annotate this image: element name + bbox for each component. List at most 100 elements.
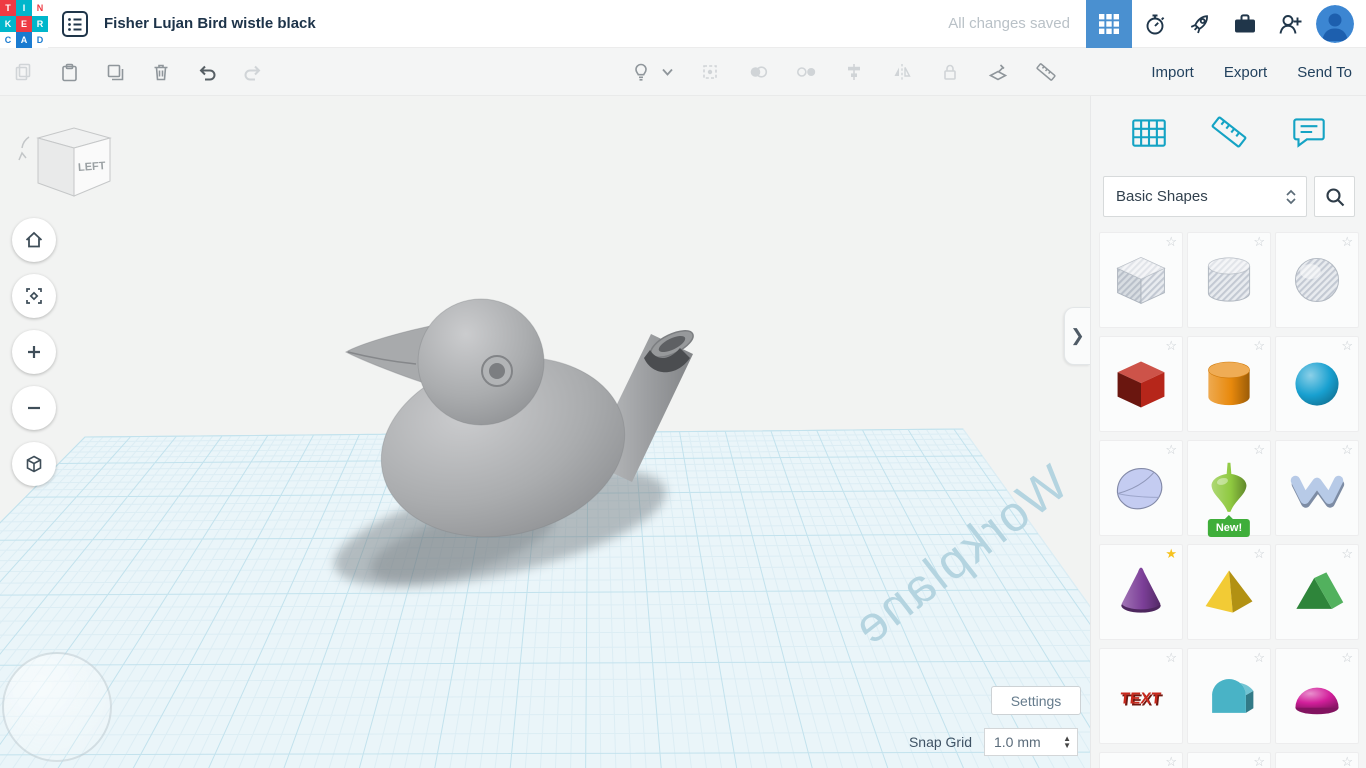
favorite-star-icon[interactable]: ☆	[1165, 651, 1177, 665]
viewcube-side-face[interactable]	[37, 137, 75, 197]
ruler-tool-button[interactable]	[1035, 61, 1057, 83]
shape-tile-top[interactable]: ☆ New!	[1187, 440, 1271, 537]
dashboard-grid-button[interactable]	[1086, 0, 1132, 48]
lock-button[interactable]	[939, 61, 961, 83]
shape-tile-sphere[interactable]: ☆	[1275, 336, 1359, 432]
minus-icon	[28, 406, 40, 410]
shape-tile-sphere-hole[interactable]: ☆	[1275, 232, 1359, 328]
home-icon	[25, 231, 43, 248]
show-all-dropdown[interactable]	[662, 68, 673, 76]
copy-icon	[15, 63, 31, 81]
shape-tile-box[interactable]: ☆	[1099, 336, 1183, 432]
view-cube[interactable]: LEFT	[14, 108, 118, 212]
paste-button[interactable]	[58, 61, 80, 83]
zoom-out-button[interactable]	[12, 386, 56, 430]
logo-letter: C	[0, 31, 16, 48]
shape-tile-cylinder[interactable]: ☆	[1187, 336, 1271, 432]
favorite-star-icon[interactable]: ☆	[1341, 547, 1353, 561]
duplicate-button[interactable]	[104, 61, 126, 83]
workplane-helper-button[interactable]	[1128, 111, 1170, 153]
avatar[interactable]	[1316, 4, 1354, 43]
align-button[interactable]	[843, 61, 865, 83]
menu-button[interactable]	[58, 7, 92, 41]
settings-button[interactable]: Settings	[991, 686, 1081, 715]
lock-icon	[944, 64, 956, 80]
favorite-star-icon[interactable]: ☆	[1253, 235, 1265, 249]
panel-collapse-tab[interactable]: ❯	[1064, 307, 1090, 365]
favorite-star-icon[interactable]: ☆	[1341, 651, 1353, 665]
edit-toolbar: Import Export Send To	[0, 48, 1366, 96]
shape-tile-cylinder-hole[interactable]: ☆	[1187, 232, 1271, 328]
favorite-star-icon[interactable]: ☆	[1253, 547, 1265, 561]
fit-view-icon	[26, 288, 42, 304]
favorite-star-icon[interactable]: ☆	[1341, 235, 1353, 249]
delete-button[interactable]	[150, 61, 172, 83]
orbit-control-ring[interactable]	[2, 652, 112, 762]
favorite-star-icon[interactable]: ☆	[1253, 339, 1265, 353]
group-button[interactable]	[747, 61, 769, 83]
favorite-star-icon[interactable]: ☆	[1341, 443, 1353, 457]
invite-button[interactable]	[1267, 0, 1312, 48]
favorite-star-icon[interactable]: ☆	[1253, 651, 1265, 665]
category-dropdown[interactable]: Basic Shapes	[1103, 176, 1307, 217]
show-all-button[interactable]	[630, 61, 652, 83]
logo-letter: D	[32, 31, 48, 48]
helper-tools	[1091, 104, 1366, 160]
import-button[interactable]: Import	[1151, 64, 1194, 81]
send-to-button[interactable]: Send To	[1297, 64, 1352, 81]
favorite-star-icon[interactable]: ☆	[1341, 339, 1353, 353]
shape-tile-text[interactable]: TEXT TEXT ☆	[1099, 648, 1183, 744]
favorite-star-icon[interactable]: ☆	[1165, 443, 1177, 457]
top-icon	[1211, 462, 1247, 512]
snap-grid-select[interactable]: 1.0 mm ▲ ▼	[984, 728, 1078, 756]
fit-view-button[interactable]	[12, 274, 56, 318]
notes-helper-button[interactable]	[1288, 111, 1330, 153]
roof-icon	[1296, 572, 1344, 609]
ruler-helper-button[interactable]	[1208, 111, 1250, 153]
favorite-star-icon[interactable]: ☆	[1165, 339, 1177, 353]
redo-button[interactable]	[242, 61, 264, 83]
shape-tile-box-hole[interactable]: ☆	[1099, 232, 1183, 328]
favorite-star-icon[interactable]: ★	[1165, 547, 1177, 561]
logo-letter: T	[0, 0, 16, 16]
3d-viewport[interactable]: Workplane LEFT Settings Snap Grid 1.0 mm…	[0, 96, 1090, 768]
favorite-star-icon[interactable]: ☆	[1253, 443, 1265, 457]
save-status: All changes saved	[948, 15, 1070, 32]
zoom-in-button[interactable]	[12, 330, 56, 374]
perspective-toggle-button[interactable]	[12, 442, 56, 486]
search-button[interactable]	[1314, 176, 1355, 217]
export-button[interactable]: Export	[1224, 64, 1267, 81]
copy-button[interactable]	[12, 61, 34, 83]
shape-tile-round-roof[interactable]: ☆	[1187, 648, 1271, 744]
shape-tile-cone[interactable]: ★	[1099, 544, 1183, 640]
favorite-star-icon[interactable]: ☆	[1253, 755, 1265, 768]
workplane-tool-button[interactable]	[987, 61, 1009, 83]
home-view-button[interactable]	[12, 218, 56, 262]
shape-tile-partial[interactable]: ☆	[1187, 752, 1271, 768]
shape-tile-scribble[interactable]: ☆	[1275, 440, 1359, 536]
halfsphere-icon	[1295, 687, 1339, 715]
tinkercad-logo[interactable]: TINKERCAD	[0, 0, 48, 48]
shape-tile-partial[interactable]: ☆	[1099, 752, 1183, 768]
stopwatch-button[interactable]	[1132, 0, 1177, 48]
sphere-hole-icon	[1294, 257, 1340, 303]
design-title[interactable]: Fisher Lujan Bird wistle black	[104, 15, 316, 32]
ungroup-button[interactable]	[795, 61, 817, 83]
fit-selection-button[interactable]	[699, 61, 721, 83]
rocket-button[interactable]	[1177, 0, 1222, 48]
favorite-star-icon[interactable]: ☆	[1341, 755, 1353, 768]
undo-button[interactable]	[196, 61, 218, 83]
favorite-star-icon[interactable]: ☆	[1165, 235, 1177, 249]
briefcase-button[interactable]	[1222, 0, 1267, 48]
box-icon	[1117, 361, 1165, 408]
mirror-button[interactable]	[891, 61, 913, 83]
plus-icon	[28, 346, 40, 358]
shape-tile-partial[interactable]: ☆	[1275, 752, 1359, 768]
shape-tile-pyramid[interactable]: ☆	[1187, 544, 1271, 640]
shape-tile-paraboloid[interactable]: ☆	[1099, 440, 1183, 536]
shape-tile-roof[interactable]: ☆	[1275, 544, 1359, 640]
paraboloid-icon	[1116, 467, 1163, 510]
favorite-star-icon[interactable]: ☆	[1165, 755, 1177, 768]
shape-tile-halfsphere[interactable]: ☆	[1275, 648, 1359, 744]
cylinder-icon	[1208, 361, 1250, 406]
